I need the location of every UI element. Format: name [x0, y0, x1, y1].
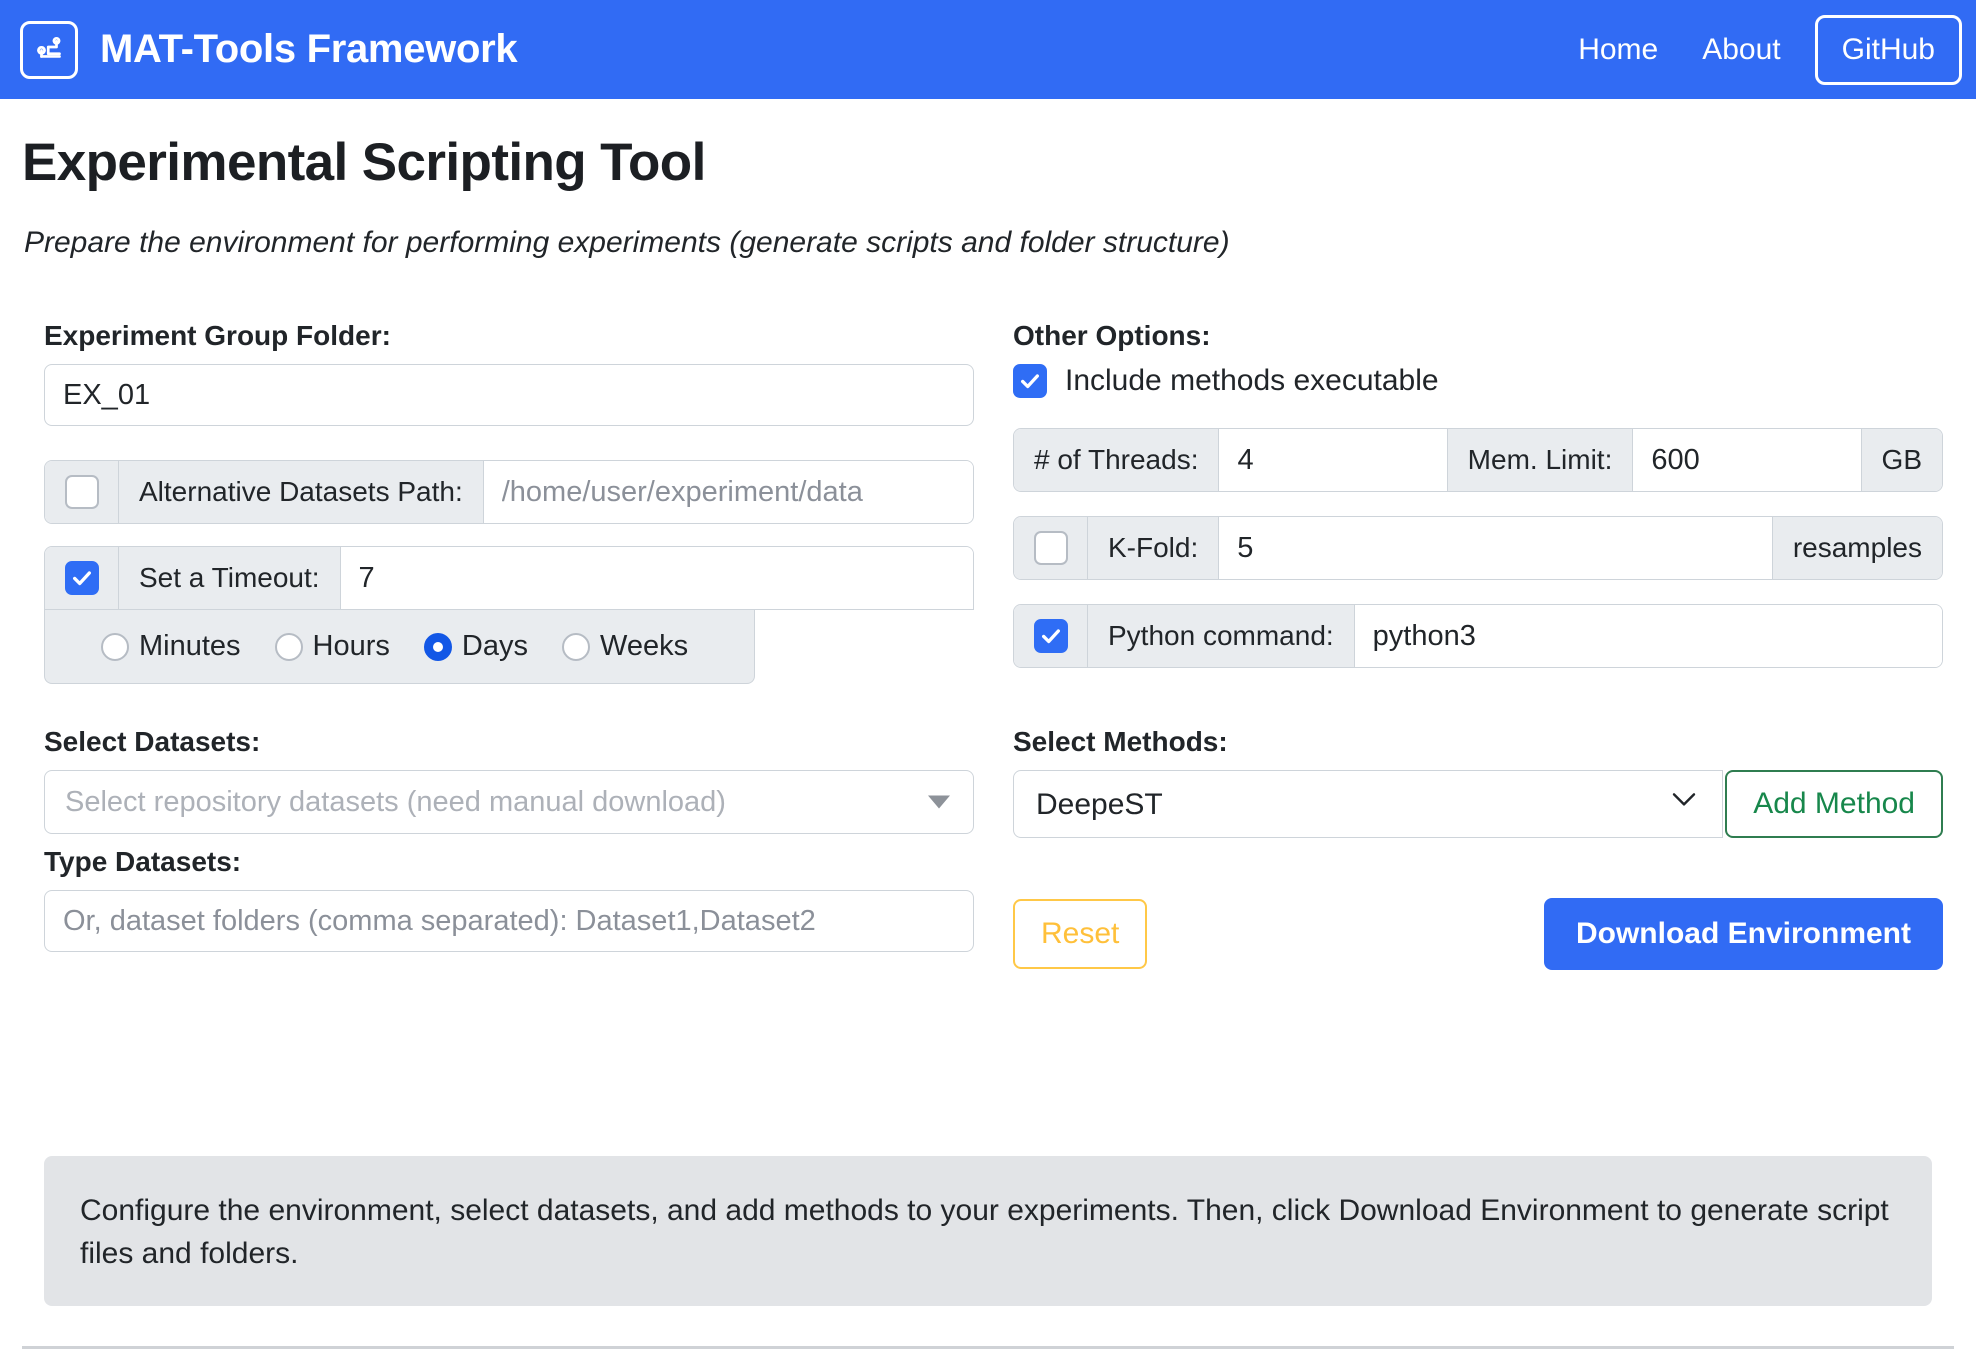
memory-limit-input[interactable] [1633, 429, 1861, 491]
info-panel: Configure the environment, select datase… [44, 1156, 1932, 1306]
timeout-input[interactable] [341, 547, 973, 609]
include-methods-row[interactable]: Include methods executable [1013, 364, 1943, 398]
alternative-datasets-path-input[interactable] [484, 461, 973, 523]
select-datasets-label: Select Datasets: [44, 728, 974, 756]
select-methods-row: DeepeST Add Method [1013, 770, 1943, 838]
radio-off-icon [101, 633, 129, 661]
top-navbar: MAT-Tools Framework Home About GitHub [0, 0, 1976, 99]
radio-label-days: Days [462, 632, 528, 661]
experiment-group-folder-label: Experiment Group Folder: [44, 322, 974, 350]
app-page: MAT-Tools Framework Home About GitHub Ex… [0, 0, 1976, 1370]
threads-label: # of Threads: [1014, 429, 1219, 491]
radio-option-weeks[interactable]: Weeks [562, 632, 688, 661]
python-command-label: Python command: [1088, 605, 1355, 667]
radio-option-minutes[interactable]: Minutes [101, 632, 241, 661]
checkbox-unchecked-icon [1034, 531, 1068, 565]
select-methods-dropdown[interactable]: DeepeST [1013, 770, 1723, 838]
radio-label-hours: Hours [313, 632, 390, 661]
radio-option-days[interactable]: Days [424, 632, 528, 661]
kfold-unit-label: resamples [1772, 517, 1942, 579]
radio-off-icon [562, 633, 590, 661]
select-datasets-dropdown[interactable]: Select repository datasets (need manual … [44, 770, 974, 834]
page-title: Experimental Scripting Tool [22, 136, 706, 189]
kfold-input[interactable] [1219, 517, 1772, 579]
python-command-input[interactable] [1355, 605, 1942, 667]
reset-button[interactable]: Reset [1013, 899, 1147, 969]
select-methods-label: Select Methods: [1013, 728, 1943, 756]
select-methods-wrap: DeepeST [1013, 770, 1723, 838]
page-subtitle: Prepare the environment for performing e… [24, 228, 1230, 258]
memory-limit-label: Mem. Limit: [1448, 429, 1634, 491]
nav-link-about[interactable]: About [1680, 35, 1802, 65]
nav-link-home[interactable]: Home [1556, 35, 1680, 65]
checkbox-checked-icon [1034, 619, 1068, 653]
type-datasets-input[interactable] [44, 890, 974, 952]
kfold-checkbox[interactable] [1014, 517, 1088, 579]
checkbox-checked-icon [65, 561, 99, 595]
alternative-datasets-path-checkbox[interactable] [45, 461, 119, 523]
alternative-datasets-path-group: Alternative Datasets Path: [44, 460, 974, 524]
python-command-group: Python command: [1013, 604, 1943, 668]
brand[interactable]: MAT-Tools Framework [20, 21, 517, 79]
download-environment-button[interactable]: Download Environment [1544, 898, 1943, 970]
other-options-label: Other Options: [1013, 322, 1943, 350]
alternative-datasets-path-label: Alternative Datasets Path: [119, 461, 484, 523]
kfold-label: K-Fold: [1088, 517, 1219, 579]
radio-off-icon [275, 633, 303, 661]
left-column: Experiment Group Folder: Alternative Dat… [44, 322, 974, 952]
timeout-checkbox[interactable] [45, 547, 119, 609]
bottom-divider [22, 1346, 1954, 1349]
type-datasets-label: Type Datasets: [44, 848, 974, 876]
route-map-pin-icon [20, 21, 78, 79]
nav-button-github[interactable]: GitHub [1815, 15, 1962, 85]
timeout-unit-radio-group: Minutes Hours Days Weeks [44, 610, 755, 684]
timeout-label: Set a Timeout: [119, 547, 341, 609]
radio-label-weeks: Weeks [600, 632, 688, 661]
action-buttons: Reset Download Environment [1013, 898, 1943, 970]
experiment-group-folder-input[interactable] [44, 364, 974, 426]
include-methods-label: Include methods executable [1065, 366, 1439, 396]
add-method-button[interactable]: Add Method [1725, 770, 1943, 838]
python-command-checkbox[interactable] [1014, 605, 1088, 667]
brand-title: MAT-Tools Framework [100, 27, 517, 72]
memory-unit-label: GB [1862, 429, 1942, 491]
threads-memory-group: # of Threads: Mem. Limit: GB [1013, 428, 1943, 492]
checkbox-checked-icon [1013, 364, 1047, 398]
select-datasets-wrap: Select repository datasets (need manual … [44, 770, 974, 834]
timeout-group: Set a Timeout: [44, 546, 974, 610]
right-column: Other Options: Include methods executabl… [1013, 322, 1943, 970]
threads-input[interactable] [1219, 429, 1447, 491]
info-panel-text: Configure the environment, select datase… [80, 1190, 1896, 1275]
radio-option-hours[interactable]: Hours [275, 632, 390, 661]
kfold-group: K-Fold: resamples [1013, 516, 1943, 580]
radio-on-icon [424, 633, 452, 661]
nav-links: Home About GitHub [1556, 15, 1976, 85]
checkbox-unchecked-icon [65, 475, 99, 509]
radio-label-minutes: Minutes [139, 632, 241, 661]
